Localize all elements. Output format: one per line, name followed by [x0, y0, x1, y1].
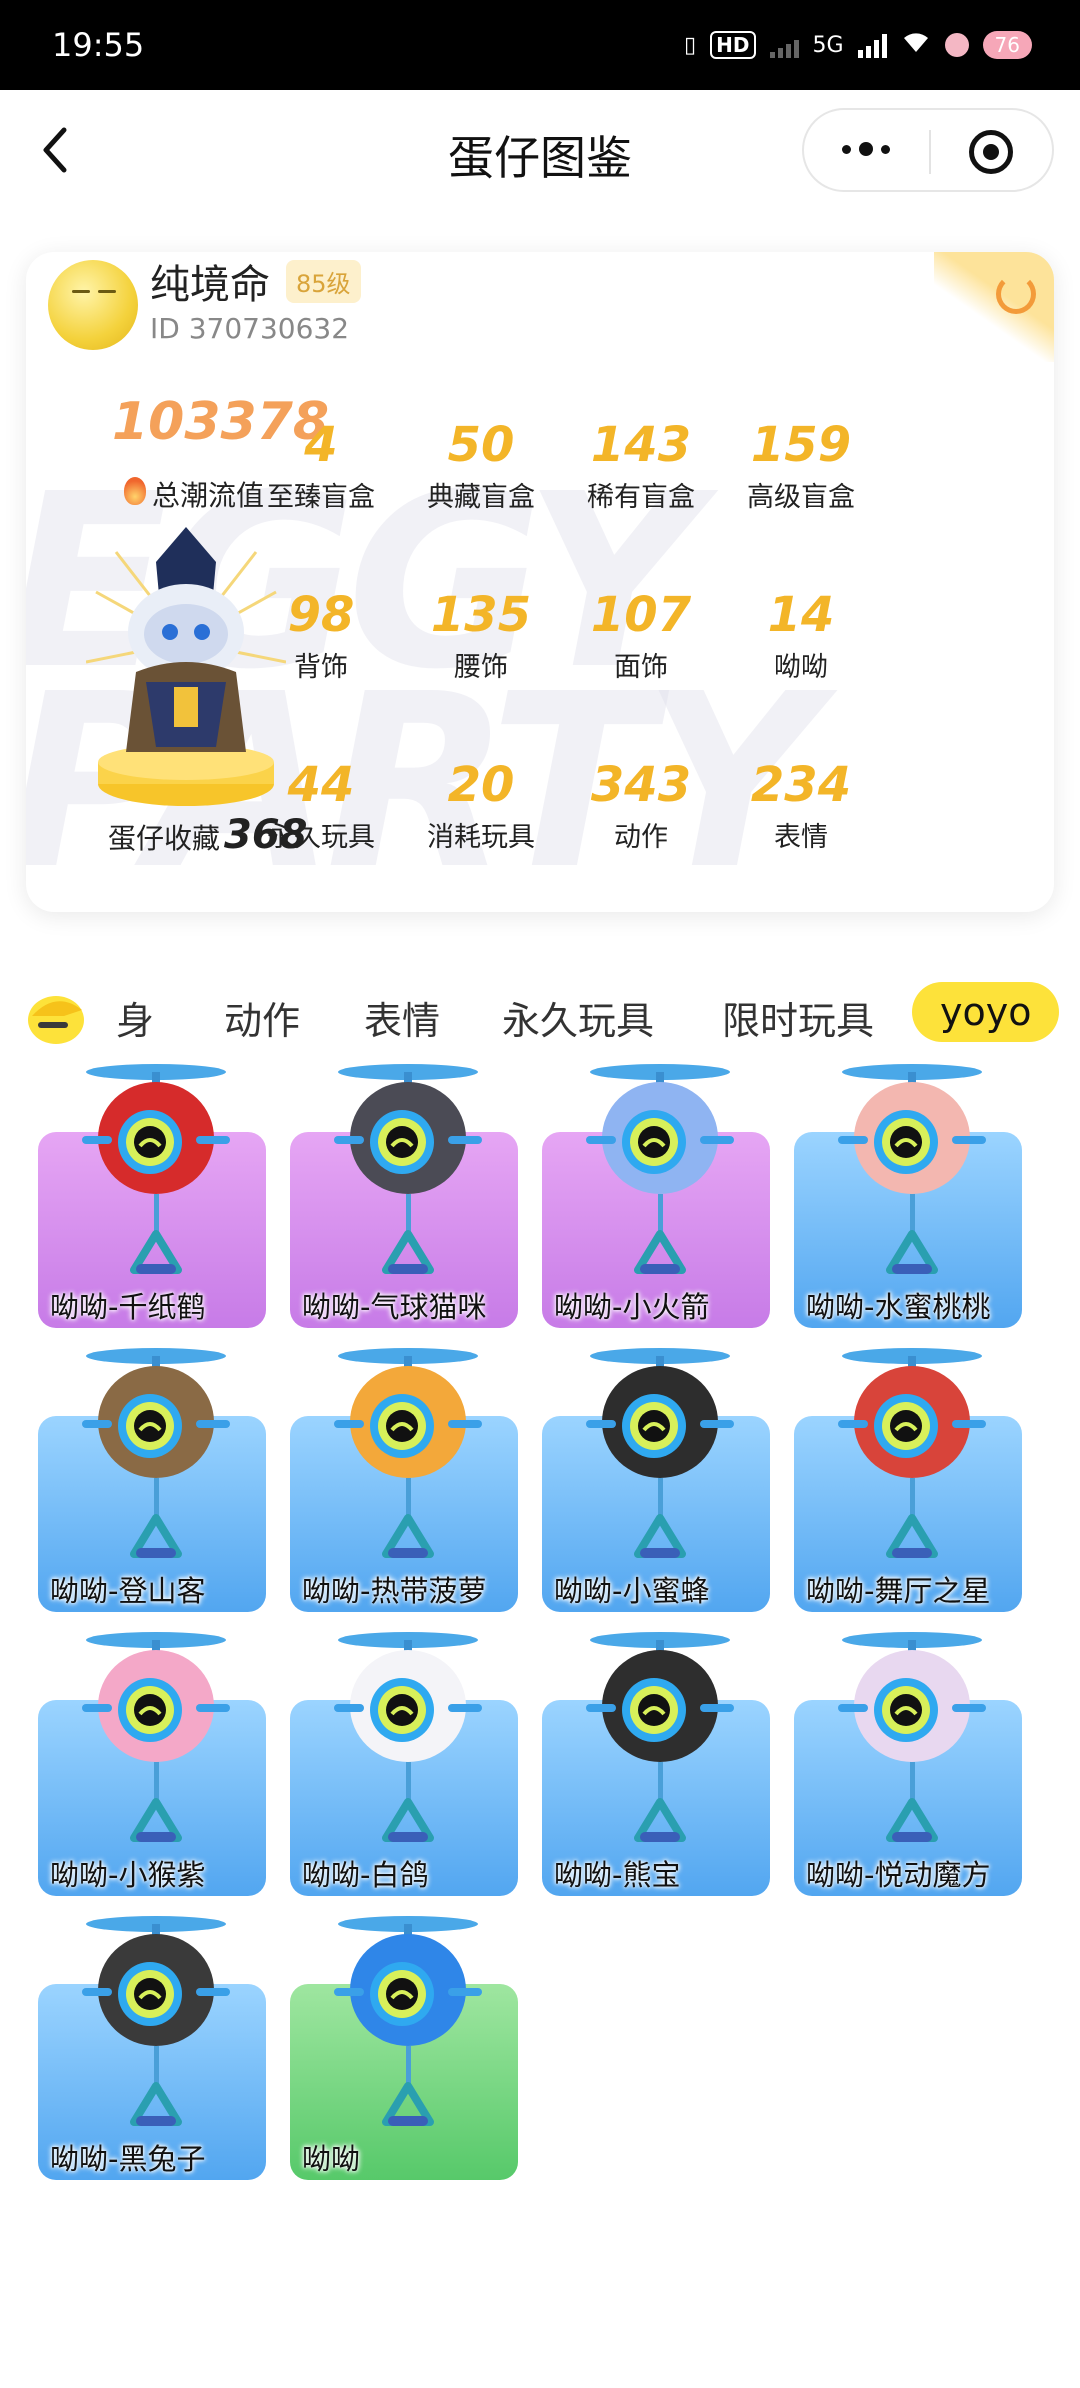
yoyo-item-image	[82, 1632, 230, 1842]
yoyo-item-card[interactable]: 呦呦-小火箭	[530, 1058, 770, 1328]
stat-supreme-box[interactable]: 4 至臻盲盒	[246, 417, 396, 514]
item-name: 呦呦-黑兔子	[50, 2142, 206, 2176]
hd-icon: HD	[710, 31, 756, 59]
item-name: 呦呦-千纸鹤	[50, 1290, 206, 1324]
category-tabs: 身 动作 表情 永久玩具 限时玩具 yoyo	[0, 980, 1080, 1052]
yoyo-item-card[interactable]: 呦呦-白鸽	[278, 1626, 518, 1896]
tab-emote[interactable]: 表情	[364, 990, 440, 1045]
item-name: 呦呦-小蜜蜂	[554, 1574, 710, 1608]
profile-card: EGGY PARTY 纯境命 85级 ID 370730632 103378 总潮…	[26, 252, 1054, 912]
network-label: 5G	[812, 32, 844, 58]
stat-yoyo[interactable]: 14 呦呦	[726, 587, 876, 684]
mascot-icon	[28, 996, 84, 1044]
yoyo-item-image	[586, 1064, 734, 1274]
yoyo-item-image	[82, 1916, 230, 2126]
yoyo-item-card[interactable]: 呦呦-小蜜蜂	[530, 1342, 770, 1612]
signal-icon-2	[857, 32, 887, 58]
item-name: 呦呦-气球猫咪	[302, 1290, 487, 1324]
yoyo-item-card[interactable]: 呦呦-小猴紫	[26, 1626, 266, 1896]
wifi-icon	[901, 30, 931, 60]
refresh-icon[interactable]	[996, 274, 1036, 314]
yoyo-item-image	[334, 1916, 482, 2126]
signal-icon-1	[769, 32, 799, 58]
yoyo-item-card[interactable]: 呦呦-熊宝	[530, 1626, 770, 1896]
item-name: 呦呦-水蜜桃桃	[806, 1290, 991, 1324]
tab-limited-toy[interactable]: 限时玩具	[722, 990, 874, 1045]
yoyo-item-image	[838, 1064, 986, 1274]
stat-rare-box[interactable]: 143 稀有盲盒	[566, 417, 716, 514]
yoyo-item-image	[334, 1064, 482, 1274]
stat-emote[interactable]: 234 表情	[726, 757, 876, 854]
item-name: 呦呦-热带菠萝	[302, 1574, 487, 1608]
yoyo-item-image	[334, 1632, 482, 1842]
yoyo-item-image	[838, 1632, 986, 1842]
tab-yoyo[interactable]: yoyo	[912, 982, 1060, 1042]
yoyo-item-image	[586, 1348, 734, 1558]
item-name: 呦呦-小猴紫	[50, 1858, 206, 1892]
stat-waist-accessory[interactable]: 135 腰饰	[406, 587, 556, 684]
trend-label: 总潮流值	[152, 479, 265, 512]
refresh-corner	[934, 252, 1054, 362]
stat-collector-box[interactable]: 50 典藏盲盒	[406, 417, 556, 514]
status-time: 19:55	[52, 26, 145, 64]
stat-consumable-toy[interactable]: 20 消耗玩具	[406, 757, 556, 854]
yoyo-item-image	[82, 1064, 230, 1274]
mini-program-capsule	[802, 108, 1054, 192]
yoyo-item-image	[586, 1632, 734, 1842]
yoyo-item-card[interactable]: 呦呦-气球猫咪	[278, 1058, 518, 1328]
close-miniprogram-button[interactable]	[969, 130, 1013, 174]
avatar[interactable]	[48, 260, 138, 350]
yoyo-item-image	[334, 1348, 482, 1558]
status-bar: 19:55 ▯ HD 5G 76	[0, 0, 1080, 90]
status-icons: ▯ HD 5G 76	[684, 30, 1032, 60]
item-name: 呦呦-熊宝	[554, 1858, 681, 1892]
battery-indicator: 76	[982, 31, 1032, 59]
item-name: 呦呦-舞厅之星	[806, 1574, 991, 1608]
yoyo-item-card[interactable]: 呦呦-悦动魔方	[782, 1626, 1022, 1896]
tab-body[interactable]: 身	[116, 990, 154, 1045]
yoyo-item-card[interactable]: 呦呦-水蜜桃桃	[782, 1058, 1022, 1328]
item-name: 呦呦-小火箭	[554, 1290, 710, 1324]
yoyo-item-image	[838, 1348, 986, 1558]
stat-permanent-toy[interactable]: 44 永久玩具	[246, 757, 396, 854]
capsule-divider	[929, 130, 931, 174]
stat-back-accessory[interactable]: 98 背饰	[246, 587, 396, 684]
tab-action[interactable]: 动作	[224, 990, 300, 1045]
item-name: 呦呦-白鸽	[302, 1858, 429, 1892]
stat-face-accessory[interactable]: 107 面饰	[566, 587, 716, 684]
item-name: 呦呦	[302, 2142, 361, 2176]
yoyo-item-card[interactable]: 呦呦-登山客	[26, 1342, 266, 1612]
yoyo-item-card[interactable]: 呦呦-黑兔子	[26, 1910, 266, 2180]
item-name: 呦呦-登山客	[50, 1574, 206, 1608]
tab-permanent-toy[interactable]: 永久玩具	[502, 990, 654, 1045]
stat-action[interactable]: 343 动作	[566, 757, 716, 854]
yoyo-item-card[interactable]: 呦呦	[278, 1910, 518, 2180]
yoyo-item-card[interactable]: 呦呦-热带菠萝	[278, 1342, 518, 1612]
yoyo-item-card[interactable]: 呦呦-千纸鹤	[26, 1058, 266, 1328]
stat-advanced-box[interactable]: 159 高级盲盒	[726, 417, 876, 514]
vibrate-icon: ▯	[684, 32, 697, 58]
username: 纯境命	[150, 262, 270, 308]
item-name: 呦呦-悦动魔方	[806, 1858, 991, 1892]
more-button[interactable]	[842, 142, 890, 156]
user-id: ID 370730632	[150, 312, 350, 345]
level-badge: 85级	[286, 260, 361, 303]
peach-icon	[944, 33, 969, 57]
yoyo-item-image	[82, 1348, 230, 1558]
nav-bar: 蛋仔图鉴	[0, 90, 1080, 210]
yoyo-item-card[interactable]: 呦呦-舞厅之星	[782, 1342, 1022, 1612]
